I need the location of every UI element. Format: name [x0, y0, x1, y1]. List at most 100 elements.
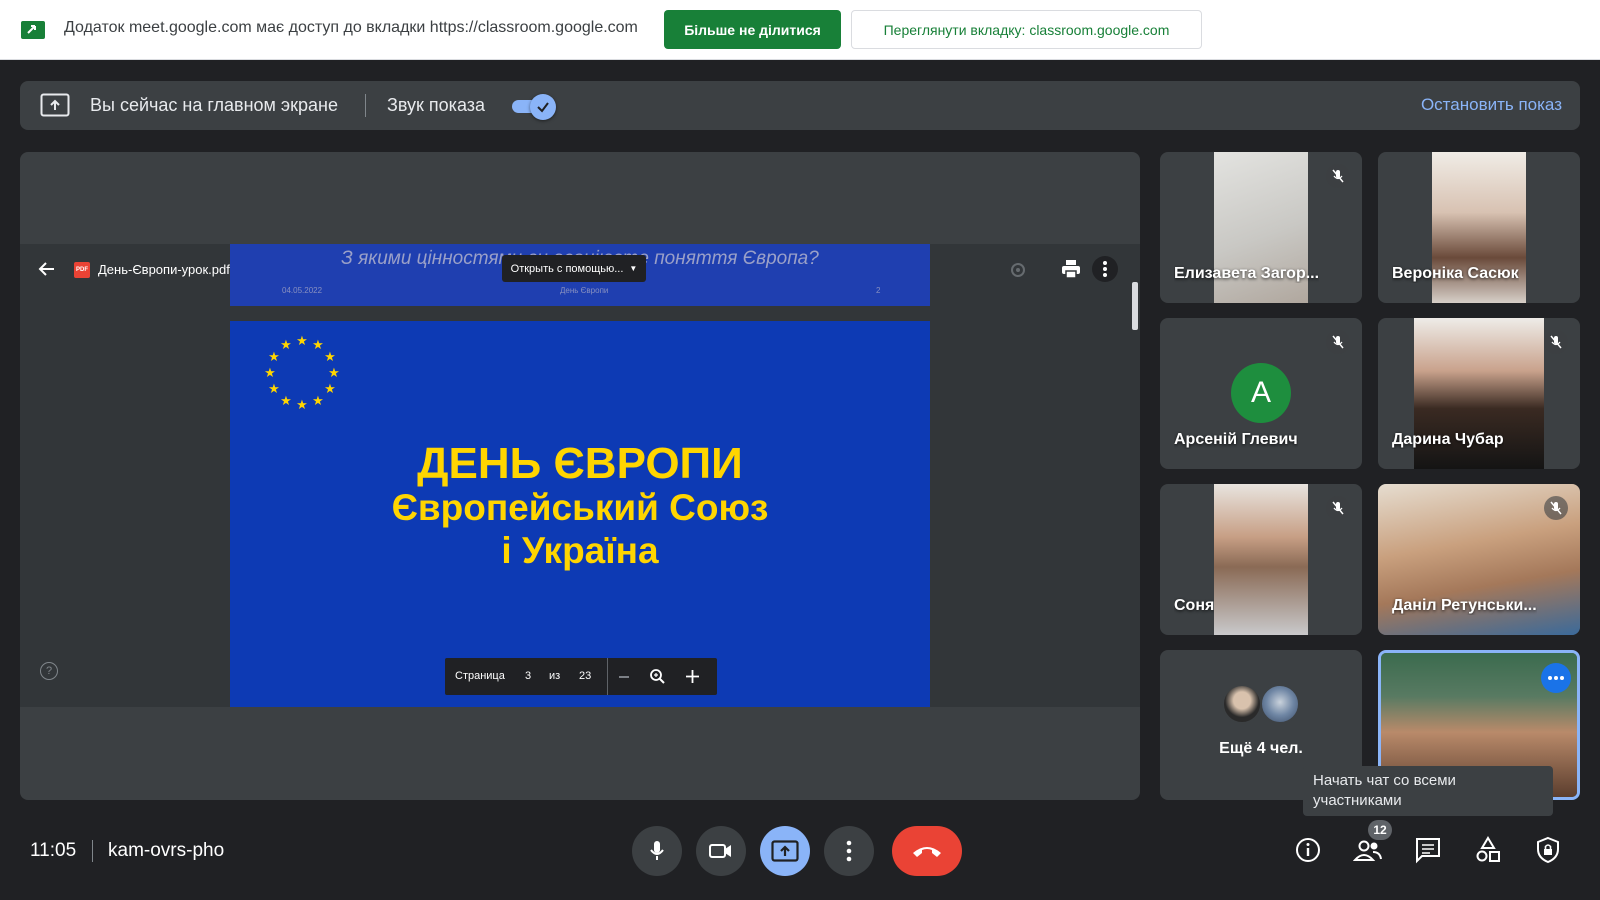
- participant-name: Елизавета Загор...: [1174, 265, 1320, 282]
- pdf-filename: День-Європи-урок.pdf: [98, 262, 230, 277]
- call-end-icon: [913, 847, 941, 857]
- participant-tile[interactable]: Соня: [1160, 484, 1362, 635]
- avatar: [1260, 684, 1300, 724]
- info-icon: [1296, 838, 1320, 862]
- plus-icon[interactable]: [685, 669, 700, 684]
- share-banner-text: Додаток meet.google.com має доступ до вк…: [64, 19, 638, 36]
- scrollbar[interactable]: [1132, 282, 1138, 330]
- svg-text:★: ★: [324, 382, 336, 397]
- view-tab-button[interactable]: Переглянути вкладку: classroom.google.co…: [851, 10, 1202, 49]
- svg-text:★: ★: [296, 398, 308, 413]
- gear-icon[interactable]: [1008, 260, 1028, 280]
- check-icon: [530, 94, 556, 120]
- more-options-button[interactable]: [1541, 663, 1571, 693]
- mic-off-icon: [1326, 496, 1350, 520]
- eu-stars-icon: ★ ★ ★ ★ ★ ★ ★ ★ ★ ★ ★ ★: [264, 334, 340, 413]
- participant-name: Вероніка Сасюк: [1392, 265, 1519, 282]
- participant-name: Арсеній Глевич: [1174, 431, 1298, 448]
- participant-tile[interactable]: Даніл Ретунськи...: [1378, 484, 1580, 635]
- present-screen-icon: [40, 93, 70, 117]
- avatar: А: [1231, 363, 1291, 423]
- svg-text:★: ★: [312, 394, 324, 409]
- participant-video: [1214, 484, 1308, 635]
- participant-tile[interactable]: Дарина Чубар: [1378, 318, 1580, 469]
- mic-off-icon: [1326, 330, 1350, 354]
- page-current[interactable]: 3: [525, 670, 531, 682]
- mic-button[interactable]: [632, 826, 682, 876]
- presenting-status: Вы сейчас на главном экране: [90, 95, 338, 115]
- dropdown-arrow-icon: ▼: [629, 264, 638, 273]
- sound-label: Звук показа: [387, 95, 486, 115]
- page-label: Страница: [455, 670, 505, 682]
- stop-sharing-button[interactable]: Більше не ділитися: [664, 10, 841, 49]
- activities-button[interactable]: [1472, 834, 1504, 866]
- shared-screen: З якими цінностями ви асоціюєте поняття …: [20, 152, 1140, 800]
- participant-name: Соня: [1174, 597, 1215, 614]
- help-icon[interactable]: ?: [40, 662, 58, 680]
- open-with-label: Открыть с помощью...: [510, 262, 624, 275]
- zoom-in-icon[interactable]: [649, 668, 666, 685]
- stop-presenting-button[interactable]: Остановить показ: [1421, 95, 1562, 115]
- meeting-code: kam-ovrs-pho: [108, 840, 225, 861]
- mic-off-icon: [1326, 164, 1350, 188]
- present-button[interactable]: [760, 826, 810, 876]
- cast-icon: [21, 21, 45, 39]
- minus-icon[interactable]: [617, 670, 631, 684]
- slide-title: ДЕНЬ ЄВРОПИ: [417, 439, 743, 488]
- leave-call-button[interactable]: [892, 826, 962, 876]
- pdf-toolbar: PDF День-Європи-урок.pdf Открыть с помощ…: [20, 244, 1140, 296]
- pdf-viewer: З якими цінностями ви асоціюєте поняття …: [20, 244, 1140, 707]
- chat-button[interactable]: [1412, 834, 1444, 866]
- pdf-file-icon: PDF: [74, 262, 90, 278]
- camera-icon: [709, 844, 731, 858]
- divider: [92, 840, 93, 862]
- svg-text:★: ★: [280, 394, 292, 409]
- print-icon[interactable]: [1060, 258, 1082, 280]
- participant-tile[interactable]: Вероніка Сасюк: [1378, 152, 1580, 303]
- page-control: Страница 3 из 23: [445, 658, 717, 695]
- participant-name: Даніл Ретунськи...: [1392, 597, 1537, 614]
- mic-icon: [650, 841, 664, 860]
- mic-off-icon: [1544, 330, 1568, 354]
- chat-icon: [1416, 838, 1440, 864]
- activities-icon: [1476, 836, 1500, 862]
- participant-tile[interactable]: А Арсеній Глевич: [1160, 318, 1362, 469]
- participant-tile[interactable]: Елизавета Загор...: [1160, 152, 1362, 303]
- svg-text:★: ★: [268, 382, 280, 397]
- camera-button[interactable]: [696, 826, 746, 876]
- svg-text:★: ★: [312, 338, 324, 353]
- more-participants-label: Ещё 4 чел.: [1219, 740, 1303, 757]
- presenting-bar: Вы сейчас на главном экране Звук показа …: [20, 81, 1580, 130]
- people-count-badge: 12: [1368, 820, 1392, 840]
- host-controls-button[interactable]: [1532, 834, 1564, 866]
- current-slide: ★ ★ ★ ★ ★ ★ ★ ★ ★ ★ ★ ★ ДЕНЬ ЄВРОПИ Євро…: [230, 321, 930, 707]
- bottom-controls: 11:05 kam-ovrs-pho 12: [0, 820, 1600, 882]
- svg-text:★: ★: [324, 350, 336, 365]
- chat-tooltip: Начать чат со всеми участниками: [1303, 766, 1553, 816]
- more-vert-icon[interactable]: [1092, 256, 1118, 282]
- divider: [365, 94, 366, 117]
- open-with-dropdown[interactable]: Открыть с помощью... ▼: [502, 255, 646, 282]
- svg-text:★: ★: [296, 334, 308, 349]
- svg-text:★: ★: [328, 366, 340, 381]
- sound-toggle[interactable]: [510, 94, 558, 120]
- svg-text:★: ★: [280, 338, 292, 353]
- arrow-back-icon[interactable]: [36, 258, 58, 280]
- participant-name: Дарина Чубар: [1392, 431, 1504, 448]
- meeting-time: 11:05: [30, 840, 77, 861]
- svg-text:★: ★: [268, 350, 280, 365]
- more-vert-icon: [846, 840, 852, 862]
- svg-text:★: ★: [264, 366, 276, 381]
- host-controls-icon: [1537, 836, 1559, 864]
- people-icon: [1353, 840, 1382, 861]
- info-button[interactable]: [1292, 834, 1324, 866]
- page-of-label: из: [549, 670, 561, 682]
- avatar: [1222, 684, 1262, 724]
- more-options-button[interactable]: [824, 826, 874, 876]
- slide-subtitle-line2: і Україна: [501, 530, 659, 571]
- mic-off-icon: [1544, 496, 1568, 520]
- present-icon: [771, 840, 799, 862]
- page-total: 23: [579, 670, 592, 682]
- slide-subtitle-line1: Європейський Союз: [391, 487, 769, 528]
- share-banner: Додаток meet.google.com має доступ до вк…: [0, 0, 1600, 60]
